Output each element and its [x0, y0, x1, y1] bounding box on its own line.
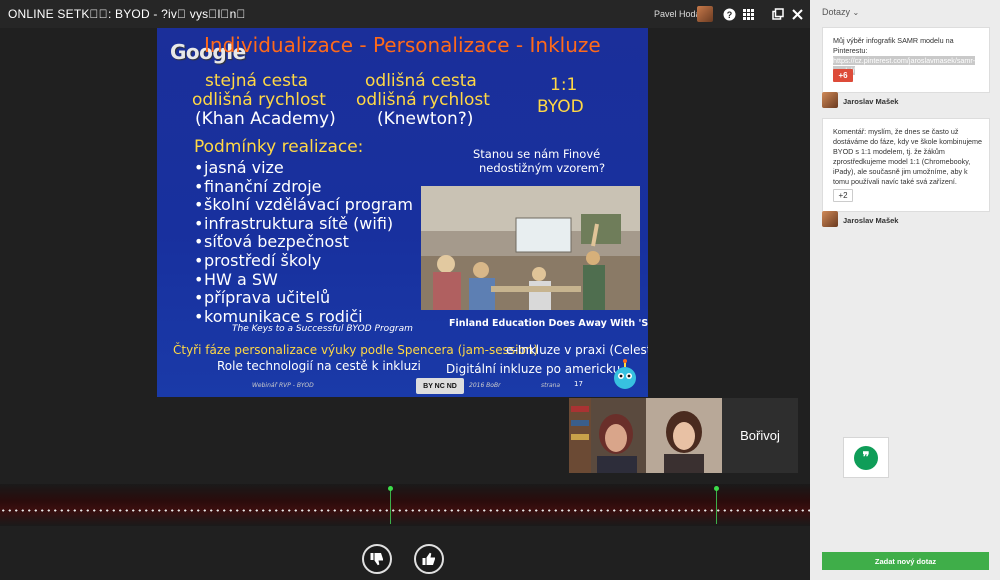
panel-header[interactable]: Dotazy ⌄ [822, 7, 859, 17]
participant-tile-borivoj[interactable]: Bořivoj [722, 398, 798, 473]
participant-tile-1[interactable] [569, 398, 646, 473]
link-role-technologies[interactable]: Role technologií na cestě k inkluzi [217, 359, 421, 373]
condition-item: školní vzdělávací program [194, 196, 413, 215]
question-link[interactable]: https://cz.pinterest.com/jaroslavmasek/s… [833, 56, 976, 75]
thumbs-up-icon [422, 552, 435, 565]
new-question-button[interactable]: Zadat nový dotaz [822, 552, 989, 570]
col1-line1: stejná cesta [205, 71, 309, 91]
link-digital-inclusion[interactable]: Digitální inkluze po americku [446, 362, 620, 376]
timeline-dots [0, 509, 810, 512]
apps-grid-icon[interactable] [741, 7, 755, 21]
timeline-track[interactable] [0, 484, 810, 526]
author-avatar [822, 211, 838, 227]
timeline-marker-dot[interactable] [388, 486, 393, 491]
condition-item: jasná vize [194, 158, 413, 178]
robot-mascot-icon [614, 359, 636, 389]
svg-text:?: ? [726, 10, 732, 20]
user-avatar[interactable] [697, 6, 713, 22]
timeline-marker[interactable] [390, 488, 391, 524]
col2-line3: (Knewton?) [377, 109, 474, 129]
keys-caption: The Keys to a Successful BYOD Program [232, 324, 413, 334]
condition-item: síťová bezpečnost [194, 233, 413, 252]
close-icon[interactable] [790, 7, 804, 21]
question-vote-badge[interactable]: +6 [833, 69, 853, 82]
panel-header-label: Dotazy [822, 7, 851, 17]
condition-item: infrastruktura sítě (wifi) [194, 214, 413, 234]
col2-line2: odlišná rychlost [356, 90, 490, 110]
col1-line2: odlišná rychlost [192, 90, 326, 110]
footer-strana: strana [541, 382, 561, 389]
presentation-slide: Google Individualizace - Personalizace -… [157, 28, 648, 397]
thumbs-up-button[interactable] [414, 544, 444, 574]
col1-line3: (Khan Academy) [195, 109, 336, 129]
thumbs-down-button[interactable] [362, 544, 392, 574]
chevron-down-icon: ⌄ [852, 8, 860, 17]
quote-icon: ❞ [854, 445, 878, 470]
top-bar: ONLINE SETK  : BYOD - ?iv  vys l n  Pave… [0, 0, 810, 28]
question-card: Komentář: myslím, že dnes se často už do… [822, 118, 990, 212]
question-text: Můj výběr infografik SAMR modelu na Pint… [833, 36, 983, 76]
finland-caption: Finland Education Does Away With 'Subjec… [449, 318, 648, 329]
participant-tile-2[interactable] [646, 398, 722, 473]
condition-item: HW a SW [194, 270, 413, 290]
condition-item: finanční zdroje [194, 177, 413, 197]
popout-icon[interactable] [771, 7, 785, 21]
help-icon[interactable]: ? [722, 7, 736, 21]
question-card: Můj výběr infografik SAMR modelu na Pint… [822, 27, 990, 93]
cc-license-badge: BY NC ND [416, 378, 464, 394]
link-four-phases[interactable]: Čtyři fáze personalizace výuky podle Spe… [173, 343, 538, 357]
conditions-list: jasná vize finanční zdroje školní vzdělá… [194, 158, 413, 326]
hangout-qa-app-button[interactable]: ❞ [843, 437, 889, 478]
slide-title: Individualizace - Personalizace - Inkluz… [204, 33, 601, 57]
author-avatar [822, 92, 838, 108]
col3-line1: 1:1 [550, 75, 578, 95]
col2-line1: odlišná cesta [365, 71, 477, 91]
user-name: Pavel Hodál [654, 9, 703, 19]
question-text: Komentář: myslím, že dnes se často už do… [833, 127, 983, 186]
page-number: 17 [574, 380, 583, 388]
link-e-inclusion[interactable]: e-Inkluze v praxi (Celest) [506, 343, 648, 357]
finland-question-line2: nedostižným vzorem? [479, 161, 606, 175]
question-author: Jaroslav Mašek [843, 97, 899, 106]
question-author: Jaroslav Mašek [843, 216, 899, 225]
condition-item: prostředí školy [194, 251, 413, 271]
timeline-marker-dot[interactable] [714, 486, 719, 491]
question-vote-badge[interactable]: +2 [833, 189, 853, 202]
timeline-marker[interactable] [716, 488, 717, 524]
footer-webinar: Webinář RVP - BYOD [252, 382, 314, 389]
finland-question-line1: Stanou se nám Finové [473, 147, 601, 161]
question-text-part: Můj výběr infografik SAMR modelu na Pint… [833, 36, 954, 55]
conditions-title: Podmínky realizace: [194, 137, 364, 157]
thumbs-down-icon [370, 553, 383, 566]
broadcast-title: ONLINE SETK  : BYOD - ?iv  vys l n  [8, 7, 246, 21]
footer-author: 2016 BoBr [469, 382, 501, 389]
condition-item: příprava učitelů [194, 289, 413, 308]
classroom-photo [421, 186, 640, 310]
col3-line2: BYOD [537, 97, 584, 117]
